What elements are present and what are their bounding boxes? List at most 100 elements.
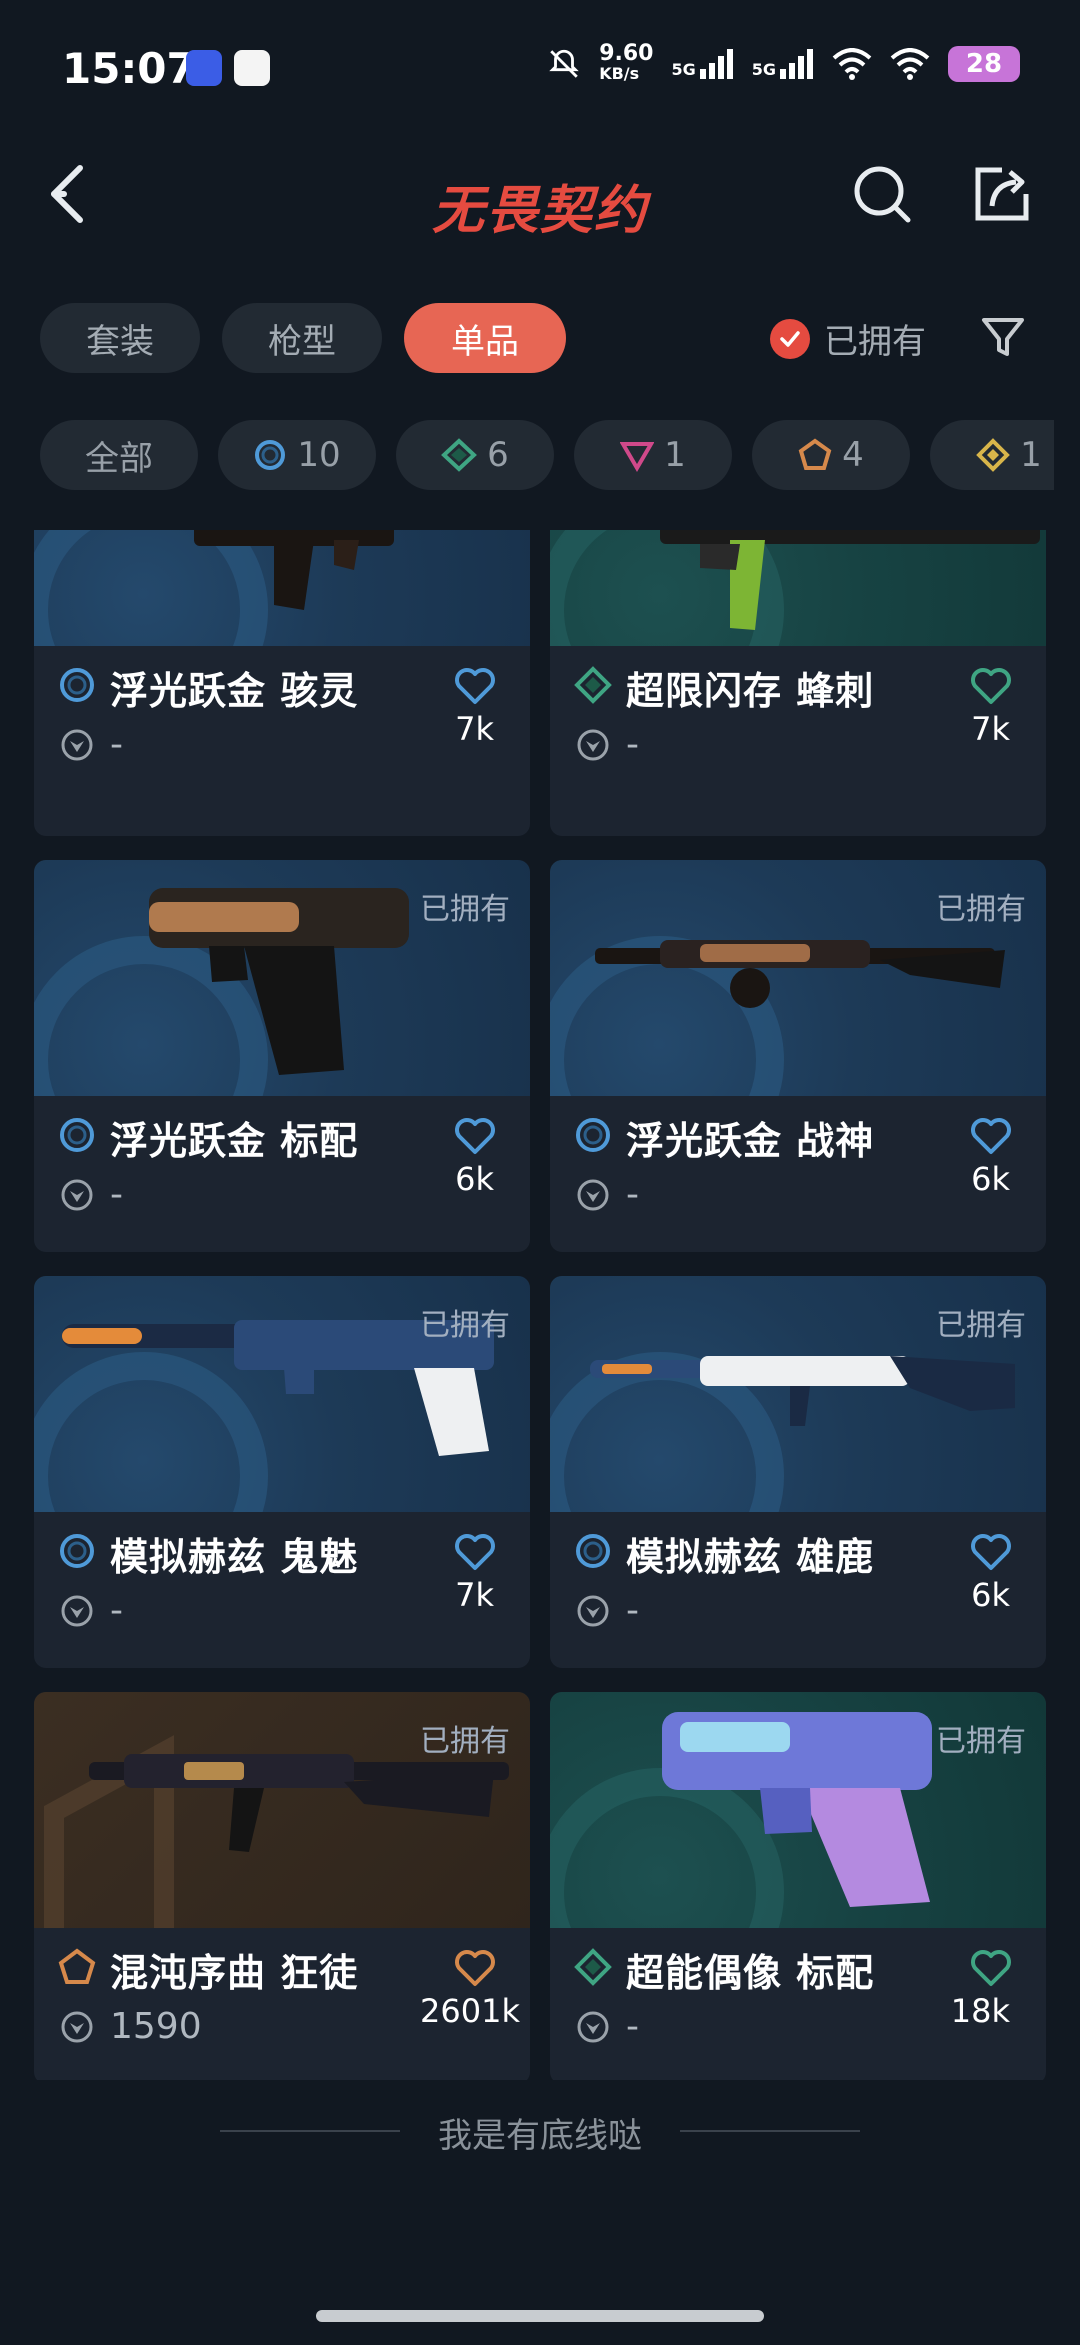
currency-icon <box>576 728 610 762</box>
share-icon <box>975 167 1029 221</box>
currency-icon <box>60 1178 94 1212</box>
like-count: 18k <box>950 1992 1010 2030</box>
owned-filter-label: 已拥有 <box>824 322 926 362</box>
skin-card[interactable]: 已拥有 模拟赫兹 雄鹿 - 6k <box>550 1276 1046 1668</box>
skin-price: - <box>626 724 639 765</box>
skin-card[interactable]: 已拥有 浮光跃金 战神 - 6k <box>550 860 1046 1252</box>
heart-icon[interactable] <box>970 1948 1012 1988</box>
search-button[interactable] <box>852 164 912 224</box>
net-speed: 9.60 <box>599 41 654 66</box>
chip-rarity-diamond[interactable]: 6 <box>396 420 554 490</box>
triangle-icon <box>620 442 655 472</box>
chip-rarity-rhombus[interactable]: 1 <box>930 420 1054 490</box>
skin-image: 已拥有 <box>550 1692 1046 1928</box>
owned-badge: 已拥有 <box>420 892 510 927</box>
diamond-rarity-icon <box>574 666 612 704</box>
owned-filter-toggle[interactable]: 已拥有 <box>770 314 926 363</box>
chip-rarity-triangle[interactable]: 1 <box>574 420 732 490</box>
skin-card[interactable]: 已拥有 模拟赫兹 鬼魅 - 7k <box>34 1276 530 1668</box>
diamond-rarity-icon <box>574 1948 612 1986</box>
skin-image <box>34 530 530 646</box>
skin-name: 浮光跃金 骇灵 <box>110 669 359 713</box>
heart-icon[interactable] <box>970 1532 1012 1572</box>
page-title: 无畏契约 <box>431 181 648 241</box>
status-bar: 15:07 9.60 KB/s 5G 5G 28 <box>0 0 1080 140</box>
skin-name: 浮光跃金 战神 <box>626 1119 875 1163</box>
app-notification-icon <box>234 50 270 86</box>
skin-image: 已拥有 <box>550 1276 1046 1512</box>
owned-badge: 已拥有 <box>936 1724 1026 1759</box>
signal-label: 5G <box>751 60 776 79</box>
like-count: 6k <box>455 1160 494 1198</box>
ring-rarity-icon <box>58 666 96 704</box>
like-count: 7k <box>971 710 1010 748</box>
currency-icon <box>60 2010 94 2044</box>
chip-rarity-pentagon[interactable]: 4 <box>752 420 910 490</box>
home-indicator[interactable] <box>316 2310 764 2322</box>
skin-price: - <box>626 1174 639 1215</box>
skin-card[interactable]: 浮光跃金 骇灵 - 7k <box>34 530 530 836</box>
tab-gun-types[interactable]: 枪型 <box>222 303 382 373</box>
owned-badge: 已拥有 <box>420 1308 510 1343</box>
skin-name: 浮光跃金 标配 <box>110 1119 359 1163</box>
skin-image: 已拥有 <box>34 1276 530 1512</box>
funnel-icon <box>982 318 1024 356</box>
battery-indicator: 28 <box>948 46 1020 82</box>
currency-icon <box>576 1178 610 1212</box>
rarity-filter-bar: 全部 10 6 1 4 1 <box>40 420 1054 490</box>
tab-sets[interactable]: 套装 <box>40 303 200 373</box>
rhombus-icon <box>976 438 1011 472</box>
skin-card[interactable]: 超限闪存 蜂刺 - 7k <box>550 530 1046 836</box>
owned-badge: 已拥有 <box>936 1308 1026 1343</box>
like-count: 6k <box>971 1160 1010 1198</box>
skin-name: 超能偶像 标配 <box>626 1951 875 1995</box>
share-button[interactable] <box>972 164 1032 224</box>
check-icon <box>770 318 810 359</box>
skin-card[interactable]: 已拥有 超能偶像 标配 - 18k <box>550 1692 1046 2080</box>
skin-image: 已拥有 <box>550 860 1046 1096</box>
ring-rarity-icon <box>574 1532 612 1570</box>
skin-name: 超限闪存 蜂刺 <box>626 669 875 713</box>
like-count: 7k <box>455 710 494 748</box>
status-time: 15:07 <box>62 44 196 93</box>
mute-bell-icon <box>549 49 579 78</box>
skin-card[interactable]: 已拥有 混沌序曲 狂徒 1590 2601k <box>34 1692 530 2080</box>
skin-image: 已拥有 <box>34 1692 530 1928</box>
filter-button[interactable] <box>978 312 1028 362</box>
net-unit: KB/s <box>599 64 640 83</box>
wifi-icon <box>832 48 872 80</box>
skin-name: 模拟赫兹 雄鹿 <box>626 1535 875 1579</box>
skin-price: - <box>110 724 123 765</box>
chip-rarity-ring[interactable]: 10 <box>218 420 376 490</box>
tab-single-items[interactable]: 单品 <box>404 303 566 373</box>
chip-label: 全部 <box>85 438 153 479</box>
chip-count: 6 <box>487 435 509 475</box>
pentagon-rarity-icon <box>58 1948 96 1986</box>
ring-rarity-icon <box>58 1116 96 1154</box>
pentagon-icon <box>798 438 832 470</box>
like-count: 6k <box>971 1576 1010 1614</box>
app-header: 无畏契约 <box>0 140 1080 250</box>
heart-icon[interactable] <box>454 1116 496 1156</box>
like-count: 2601k <box>420 1992 520 2030</box>
chip-count: 4 <box>842 435 864 475</box>
diamond-icon <box>441 438 478 472</box>
wifi-icon <box>890 48 930 80</box>
heart-icon[interactable] <box>970 666 1012 706</box>
signal-icon <box>699 49 733 79</box>
heart-icon[interactable] <box>970 1116 1012 1156</box>
currency-icon <box>60 728 94 762</box>
skin-price: - <box>626 2006 639 2047</box>
chip-count: 1 <box>664 435 686 475</box>
heart-icon[interactable] <box>454 1532 496 1572</box>
signal-icon <box>780 49 813 79</box>
status-indicators: 9.60 KB/s 5G 5G 28 <box>547 41 1020 84</box>
skin-card[interactable]: 已拥有 浮光跃金 标配 - 6k <box>34 860 530 1252</box>
heart-icon[interactable] <box>454 666 496 706</box>
skin-grid: 浮光跃金 骇灵 - 7k 超限闪存 蜂刺 - 7k 已拥有 浮光跃金 标配 - … <box>34 530 1046 2080</box>
heart-icon[interactable] <box>454 1948 496 1988</box>
chip-all[interactable]: 全部 <box>40 420 198 490</box>
skin-image: 已拥有 <box>34 860 530 1096</box>
skin-price: - <box>626 1590 639 1631</box>
like-count: 7k <box>455 1576 494 1614</box>
